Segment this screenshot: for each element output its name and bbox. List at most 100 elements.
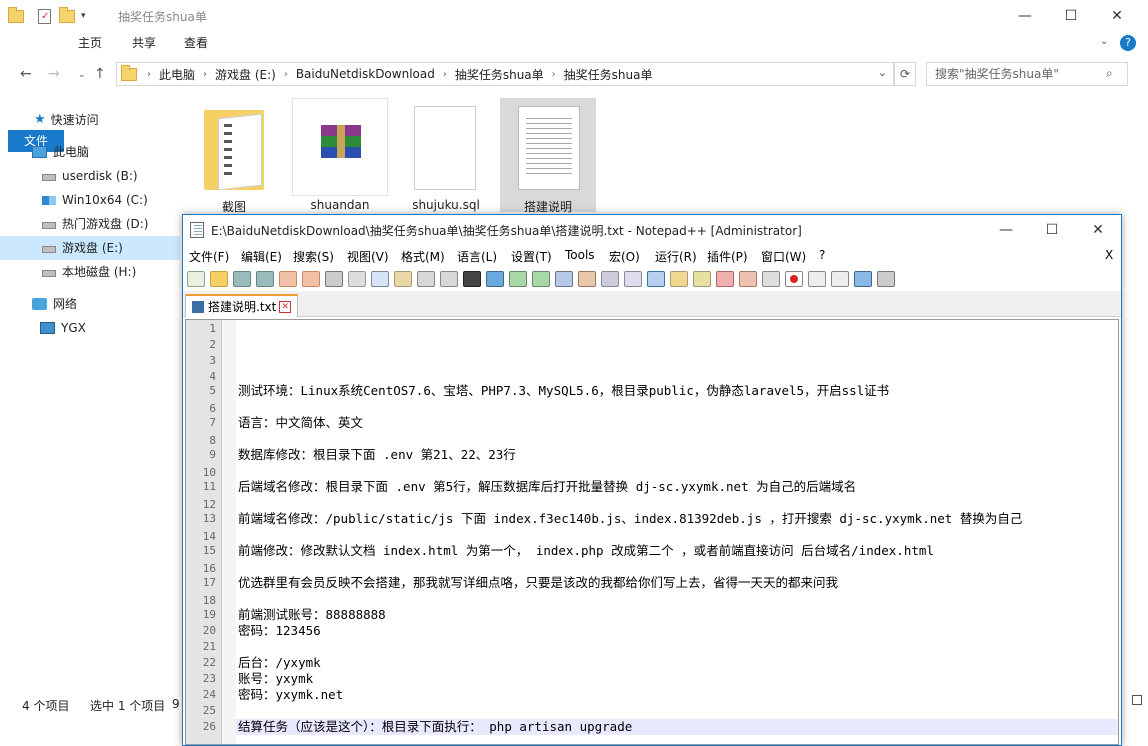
menu-window[interactable]: 窗口(W) xyxy=(761,248,806,265)
doc-map-icon[interactable] xyxy=(693,271,711,287)
chevron-right-icon[interactable]: › xyxy=(147,69,151,80)
properties-icon[interactable]: ✓ xyxy=(38,8,51,24)
sidebar-item-drive-b[interactable]: userdisk (B:) xyxy=(0,164,180,188)
folder-workspace-icon[interactable] xyxy=(739,271,757,287)
file-label: shuandan xyxy=(310,198,370,212)
breadcrumb-item[interactable]: 游戏盘 (E:) xyxy=(215,66,276,83)
file-item[interactable]: 截图 xyxy=(186,98,282,215)
file-item[interactable]: shujuku.sql xyxy=(398,98,494,212)
forward-arrow-icon[interactable]: → xyxy=(48,66,60,82)
sidebar-item-drive-h[interactable]: 本地磁盘 (H:) xyxy=(0,260,180,284)
sidebar-item-drive-d[interactable]: 热门游戏盘 (D:) xyxy=(0,212,180,236)
refresh-icon[interactable]: ⟳ xyxy=(894,62,916,86)
run-macro-multiple-icon[interactable] xyxy=(854,271,872,287)
file-item[interactable]: 搭建说明 xyxy=(500,98,596,214)
menu-run[interactable]: 运行(R) xyxy=(655,248,697,265)
redo-icon[interactable] xyxy=(440,271,458,287)
maximize-button[interactable]: ☐ xyxy=(1048,0,1094,32)
menu-search[interactable]: 搜索(S) xyxy=(293,248,334,265)
replace-icon[interactable] xyxy=(486,271,504,287)
zoom-in-icon[interactable] xyxy=(509,271,527,287)
close-file-icon[interactable] xyxy=(279,271,297,287)
text-editor[interactable]: 1 2 3 4 5 测试环境：Linux系统CentOS7.6、宝塔、PHP7.3、MyS… xyxy=(185,319,1119,745)
save-all-icon[interactable] xyxy=(256,271,274,287)
save-icon[interactable] xyxy=(233,271,251,287)
zoom-out-icon[interactable] xyxy=(532,271,550,287)
chevron-right-icon[interactable]: › xyxy=(203,69,207,80)
monitor-icon[interactable] xyxy=(762,271,780,287)
sidebar-item-quick-access[interactable]: ★ 快速访问 xyxy=(0,108,180,132)
copy-icon[interactable] xyxy=(371,271,389,287)
navigation-pane: ★ 快速访问 此电脑 userdisk (B:) Win10x64 (C:) 热… xyxy=(0,100,180,690)
undo-icon[interactable] xyxy=(417,271,435,287)
view-toggle[interactable] xyxy=(1132,690,1148,710)
open-file-icon[interactable] xyxy=(210,271,228,287)
chevron-right-icon[interactable]: › xyxy=(443,69,447,80)
menu-tools[interactable]: Tools xyxy=(565,248,595,262)
breadcrumb-item[interactable]: BaiduNetdiskDownload xyxy=(296,67,435,81)
details-view-icon[interactable] xyxy=(1132,695,1142,705)
print-icon[interactable] xyxy=(325,271,343,287)
customize-toolbar-icon[interactable]: ▾ xyxy=(81,11,86,21)
menu-format[interactable]: 格式(M) xyxy=(401,248,445,265)
close-all-icon[interactable] xyxy=(302,271,320,287)
menu-plugins[interactable]: 插件(P) xyxy=(707,248,748,265)
search-icon[interactable]: ⌕ xyxy=(1106,66,1113,81)
find-icon[interactable] xyxy=(463,271,481,287)
sidebar-item-ygx[interactable]: YGX xyxy=(0,316,180,340)
language-icon[interactable] xyxy=(670,271,688,287)
drive-icon xyxy=(42,245,56,253)
new-folder-icon[interactable] xyxy=(59,6,75,23)
sidebar-item-drive-e[interactable]: 游戏盘 (E:) xyxy=(0,236,180,260)
document-tab[interactable]: 搭建说明.txt ✕ xyxy=(185,294,299,317)
address-bar[interactable]: › 此电脑 › 游戏盘 (E:) › BaiduNetdiskDownload … xyxy=(116,62,894,86)
new-file-icon[interactable] xyxy=(187,271,205,287)
close-tab-icon[interactable]: ✕ xyxy=(279,300,292,313)
up-arrow-icon[interactable]: ↑ xyxy=(94,66,106,82)
close-button[interactable]: ✕ xyxy=(1094,0,1140,32)
chevron-right-icon[interactable]: › xyxy=(552,69,556,80)
breadcrumb-item[interactable]: 此电脑 xyxy=(159,66,195,83)
help-icon[interactable]: ? xyxy=(1120,35,1136,51)
maximize-button[interactable]: ☐ xyxy=(1029,215,1075,245)
folder-icon[interactable] xyxy=(8,6,24,23)
sidebar-item-network[interactable]: 网络 xyxy=(0,292,180,316)
word-wrap-icon[interactable] xyxy=(601,271,619,287)
breadcrumb-item[interactable]: 抽奖任务shua单 xyxy=(455,66,544,83)
expand-ribbon-icon[interactable]: ⌄ xyxy=(1100,36,1108,47)
sidebar-item-drive-c[interactable]: Win10x64 (C:) xyxy=(0,188,180,212)
breadcrumb-item[interactable]: 抽奖任务shua单 xyxy=(564,66,653,83)
tab-home[interactable]: 主页 xyxy=(68,32,112,54)
chevron-down-icon[interactable]: ⌄ xyxy=(878,66,887,79)
sidebar-item-this-pc[interactable]: 此电脑 xyxy=(0,140,180,164)
search-input[interactable]: 搜索"抽奖任务shua单" xyxy=(926,62,1128,86)
menu-help[interactable]: ? xyxy=(819,248,825,262)
menu-language[interactable]: 语言(L) xyxy=(457,248,497,265)
minimize-button[interactable]: — xyxy=(983,215,1029,245)
menu-view[interactable]: 视图(V) xyxy=(347,248,389,265)
save-macro-icon[interactable] xyxy=(877,271,895,287)
minimize-button[interactable]: — xyxy=(1002,0,1048,32)
close-button[interactable]: ✕ xyxy=(1075,215,1121,245)
sync-vertical-icon[interactable] xyxy=(555,271,573,287)
chevron-right-icon[interactable]: › xyxy=(284,69,288,80)
sync-horizontal-icon[interactable] xyxy=(578,271,596,287)
back-arrow-icon[interactable]: ← xyxy=(20,66,32,82)
file-item[interactable]: shuandan xyxy=(292,98,388,212)
close-document-x[interactable]: X xyxy=(1105,248,1113,262)
record-macro-icon[interactable] xyxy=(785,271,803,287)
recent-locations-icon[interactable]: ⌄ xyxy=(78,70,86,80)
play-macro-icon[interactable] xyxy=(831,271,849,287)
cut-icon[interactable] xyxy=(348,271,366,287)
menu-file[interactable]: 文件(F) xyxy=(189,248,229,265)
function-list-icon[interactable] xyxy=(716,271,734,287)
indent-guide-icon[interactable] xyxy=(647,271,665,287)
paste-icon[interactable] xyxy=(394,271,412,287)
show-all-chars-icon[interactable] xyxy=(624,271,642,287)
stop-macro-icon[interactable] xyxy=(808,271,826,287)
menu-settings[interactable]: 设置(T) xyxy=(511,248,552,265)
tab-share[interactable]: 共享 xyxy=(122,32,166,54)
menu-edit[interactable]: 编辑(E) xyxy=(241,248,282,265)
menu-macro[interactable]: 宏(O) xyxy=(609,248,640,265)
tab-view[interactable]: 查看 xyxy=(174,32,218,54)
